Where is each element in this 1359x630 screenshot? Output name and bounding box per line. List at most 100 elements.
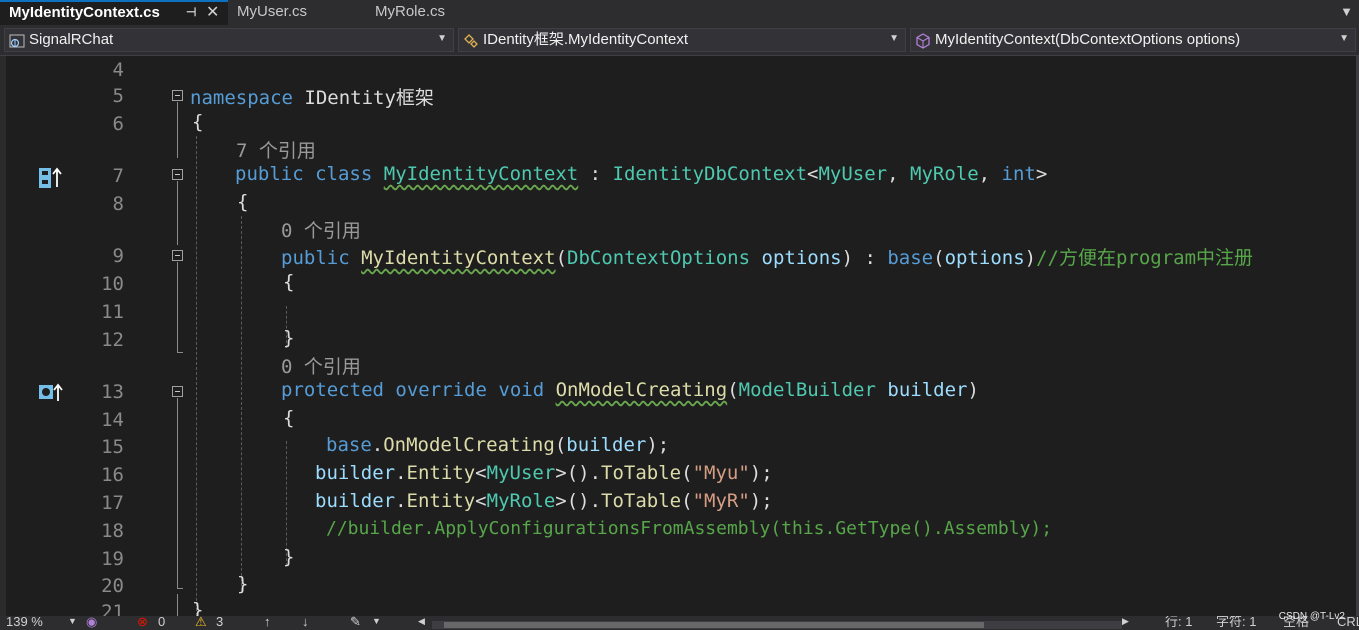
- token: OnModelCreating: [555, 379, 728, 401]
- token: :: [578, 163, 613, 185]
- outline-line: [177, 398, 178, 588]
- member-dropdown[interactable]: MyIdentityContext(DbContextOptions optio…: [910, 28, 1356, 52]
- collapse-method-button[interactable]: [172, 386, 183, 397]
- arrow-down-icon[interactable]: ↓: [302, 616, 309, 630]
- scroll-right-icon[interactable]: ▶: [1122, 616, 1129, 630]
- token: public: [281, 247, 350, 269]
- warning-icon[interactable]: ⚠: [195, 616, 207, 630]
- code-line-8[interactable]: {: [237, 191, 248, 213]
- close-icon[interactable]: ✕: [206, 2, 219, 23]
- line-number: 21: [101, 601, 124, 616]
- editor-left-margin: [0, 56, 6, 616]
- line-number: 6: [112, 113, 124, 135]
- token: public: [235, 163, 304, 185]
- warning-count: 3: [216, 616, 224, 629]
- code-line-12[interactable]: }: [283, 327, 294, 349]
- outline-line: [177, 262, 178, 352]
- token: DbContextOptions: [567, 247, 751, 269]
- brush-icon[interactable]: ✎: [350, 616, 361, 630]
- project-dropdown[interactable]: SignalRChat ▼: [4, 28, 454, 52]
- code-line-21[interactable]: }: [192, 599, 203, 616]
- error-icon[interactable]: ⊗: [137, 616, 148, 630]
- outline-line: [177, 181, 178, 245]
- token: (: [933, 247, 945, 269]
- line-number: 15: [101, 436, 124, 458]
- code-editor[interactable]: 4 5 6 7 8 9 10 11 12 13 14 15 16 17 18 1…: [0, 56, 1359, 616]
- code-line-7[interactable]: public class MyIdentityContext : Identit…: [235, 163, 1047, 185]
- token: (: [554, 434, 567, 456]
- token: .: [395, 490, 407, 512]
- chevron-down-icon: ▼: [889, 33, 899, 44]
- code-line-16[interactable]: builder.Entity<MyUser>().ToTable("Myu");: [315, 462, 773, 484]
- token: MyRole: [910, 163, 979, 185]
- copilot-icon[interactable]: ◉: [86, 616, 97, 630]
- token: class: [315, 163, 373, 185]
- token: >().: [555, 490, 602, 512]
- references-codelens[interactable]: 0 个引用: [281, 352, 361, 379]
- char-indicator[interactable]: 字符: 1: [1216, 616, 1256, 630]
- token: override: [395, 379, 487, 401]
- code-line-9[interactable]: public MyIdentityContext(DbContextOption…: [281, 243, 1253, 270]
- token: builder: [566, 434, 647, 456]
- chevron-down-icon: ▼: [1339, 33, 1349, 44]
- line-number: 8: [112, 193, 124, 215]
- code-line-14[interactable]: {: [283, 407, 294, 429]
- override-arrow-icon[interactable]: [38, 383, 64, 403]
- token: );: [646, 434, 670, 456]
- token: ToTable: [601, 490, 682, 512]
- code-line-5[interactable]: namespace IDentity框架: [190, 83, 434, 110]
- code-line-18[interactable]: //builder.ApplyConfigurationsFromAssembl…: [326, 518, 1052, 539]
- horizontal-scroll-thumb[interactable]: [444, 622, 984, 628]
- token: );: [749, 490, 773, 512]
- token: int: [1001, 163, 1036, 185]
- token: void: [498, 379, 545, 401]
- outline-line: [177, 594, 178, 616]
- pin-icon[interactable]: ⊣: [186, 2, 196, 23]
- token: >: [1035, 163, 1048, 185]
- code-line-10[interactable]: {: [283, 271, 294, 293]
- line-number: 5: [112, 85, 124, 107]
- tab-myrole[interactable]: MyRole.cs: [366, 0, 506, 25]
- token: Entity: [406, 462, 476, 484]
- token: ): [967, 379, 979, 401]
- tab-label: MyUser.cs: [237, 3, 308, 20]
- collapse-class-button[interactable]: [172, 169, 183, 180]
- class-dropdown[interactable]: IDentity框架.MyIdentityContext ▼: [458, 28, 906, 52]
- code-line-13[interactable]: protected override void OnModelCreating(…: [281, 379, 979, 401]
- code-line-19[interactable]: }: [283, 546, 294, 568]
- line-indicator[interactable]: 行: 1: [1165, 616, 1192, 630]
- code-line-20[interactable]: }: [237, 573, 248, 595]
- line-number: 12: [101, 329, 124, 351]
- references-codelens[interactable]: 7 个引用: [236, 136, 316, 163]
- token: ModelBuilder: [738, 379, 876, 401]
- indent-guide: [241, 216, 242, 591]
- error-count: 0: [158, 616, 166, 629]
- code-line-6[interactable]: {: [192, 111, 203, 133]
- chevron-down-icon[interactable]: ▼: [68, 616, 77, 630]
- token: ) :: [841, 247, 888, 269]
- scroll-left-icon[interactable]: ◀: [418, 616, 425, 630]
- token: "MyR": [692, 490, 750, 512]
- tab-overflow-dropdown-icon[interactable]: ▼: [1340, 4, 1353, 19]
- token: Entity: [406, 490, 476, 512]
- token: MyRole: [486, 490, 556, 512]
- collapse-constructor-button[interactable]: [172, 250, 183, 261]
- arrow-up-icon[interactable]: ↑: [264, 616, 271, 630]
- tab-myuser[interactable]: MyUser.cs: [228, 0, 366, 25]
- tab-myidentitycontext[interactable]: MyIdentityContext.cs ⊣ ✕: [0, 0, 228, 25]
- references-codelens[interactable]: 0 个引用: [281, 216, 361, 243]
- code-line-17[interactable]: builder.Entity<MyRole>().ToTable("MyR");: [315, 490, 773, 512]
- line-number: 4: [112, 59, 124, 81]
- chevron-down-icon: ▼: [437, 33, 447, 44]
- line-number: 14: [101, 409, 124, 431]
- token: options: [944, 247, 1025, 269]
- token: MyIdentityContext: [383, 163, 579, 185]
- implements-arrow-icon[interactable]: [38, 167, 64, 189]
- collapse-namespace-button[interactable]: [172, 90, 183, 101]
- token: "Myu": [692, 462, 750, 484]
- line-number: 19: [101, 548, 124, 570]
- chevron-down-icon[interactable]: ▼: [372, 616, 381, 630]
- code-line-15[interactable]: base.OnModelCreating(builder);: [326, 434, 669, 456]
- zoom-level[interactable]: 139 %: [6, 616, 43, 630]
- tab-label: MyRole.cs: [375, 3, 446, 20]
